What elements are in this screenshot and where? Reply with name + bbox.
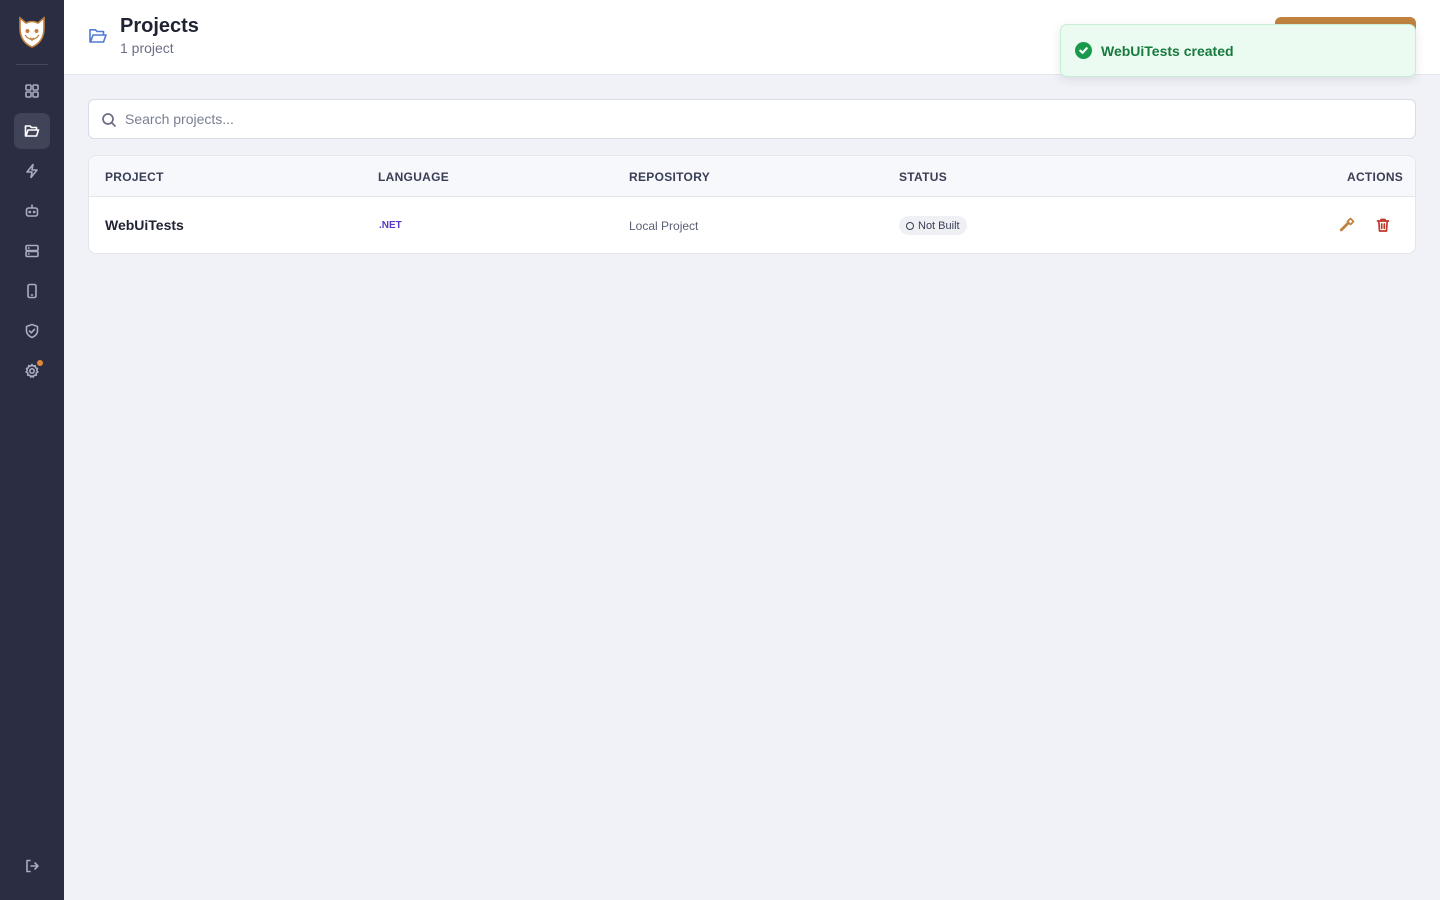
success-toast: WebUiTests created	[1060, 24, 1416, 77]
logo-icon[interactable]	[16, 14, 48, 50]
hammer-icon	[1339, 217, 1355, 232]
sidebar-item-dashboard[interactable]	[14, 73, 50, 109]
project-name[interactable]: WebUiTests	[105, 217, 184, 233]
shield-icon	[25, 323, 39, 339]
server-icon	[25, 244, 39, 258]
status-label: Not Built	[918, 219, 960, 232]
column-header-status: STATUS	[899, 170, 948, 184]
project-count: 1 project	[120, 40, 174, 56]
table-header: PROJECT LANGUAGE REPOSITORY STATUS ACTIO…	[89, 156, 1415, 197]
logout-icon	[26, 859, 39, 873]
sidebar-item-security[interactable]	[14, 313, 50, 349]
sidebar-item-runs[interactable]	[14, 153, 50, 189]
folder-icon	[88, 26, 108, 46]
status-badge: Not Built	[899, 216, 967, 235]
search-box	[88, 99, 1416, 139]
sidebar-item-servers[interactable]	[14, 233, 50, 269]
column-header-actions: ACTIONS	[1347, 170, 1404, 184]
sidebar	[0, 0, 64, 900]
search-icon	[101, 112, 117, 128]
sidebar-item-agents[interactable]	[14, 193, 50, 229]
status-circle-icon	[906, 221, 914, 230]
sidebar-item-settings[interactable]	[14, 353, 50, 389]
column-header-language: LANGUAGE	[378, 170, 450, 184]
page-title: Projects	[120, 15, 199, 37]
lightning-icon	[26, 163, 38, 179]
table-row[interactable]: WebUiTests .NET Local Project Not Built	[89, 197, 1415, 253]
projects-table: PROJECT LANGUAGE REPOSITORY STATUS ACTIO…	[88, 155, 1416, 254]
column-header-project: PROJECT	[105, 170, 164, 184]
check-circle-icon	[1075, 42, 1092, 59]
sidebar-item-projects[interactable]	[14, 113, 50, 149]
robot-icon	[25, 204, 39, 217]
build-button[interactable]	[1337, 215, 1357, 235]
folder-icon	[24, 125, 40, 137]
sidebar-item-devices[interactable]	[14, 273, 50, 309]
delete-button[interactable]	[1373, 215, 1393, 235]
repository-value: Local Project	[629, 219, 699, 233]
trash-icon	[1376, 218, 1390, 232]
sidebar-divider	[16, 64, 48, 65]
sidebar-item-logout[interactable]	[14, 848, 50, 884]
search-input[interactable]	[125, 100, 1405, 138]
dashboard-icon	[25, 84, 39, 98]
mobile-icon	[27, 283, 37, 299]
notification-dot	[37, 360, 43, 366]
language-badge: .NET	[379, 220, 402, 231]
column-header-repository: REPOSITORY	[629, 170, 711, 184]
toast-message: WebUiTests created	[1101, 42, 1234, 59]
